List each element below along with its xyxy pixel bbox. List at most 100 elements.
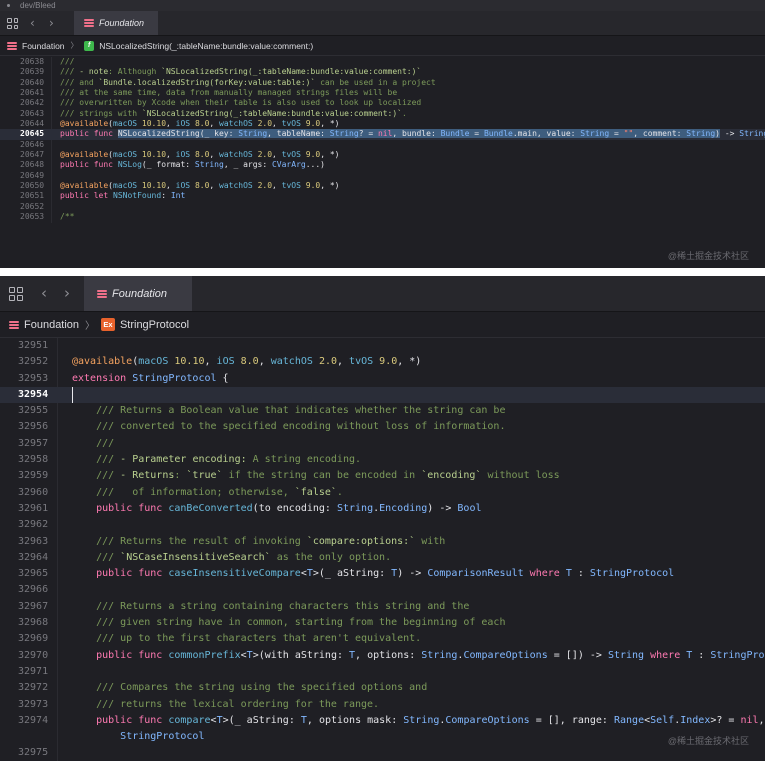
code-line[interactable]: 32968 /// given string have in common, s…: [0, 615, 765, 631]
line-number: 32955: [18, 405, 49, 417]
code-line[interactable]: 32954: [0, 386, 765, 404]
line-number: 20651: [20, 191, 45, 201]
chevron-right-icon: 〉: [70, 41, 79, 50]
code-line[interactable]: 32962: [0, 517, 765, 533]
code-line[interactable]: 20651 public let NSNotFound: Int: [0, 191, 765, 201]
code-line[interactable]: 32953 extension StringProtocol {: [0, 371, 765, 387]
code-line[interactable]: 20646: [0, 140, 765, 150]
code-line[interactable]: 20649: [0, 171, 765, 181]
line-number: 32962: [18, 519, 49, 531]
foundation-stack-icon: [7, 41, 17, 50]
code-line[interactable]: 32969 /// up to the first characters tha…: [0, 631, 765, 647]
code-text: extension StringProtocol {: [72, 372, 229, 384]
code-line[interactable]: 32975: [0, 745, 765, 761]
line-number: 20653: [20, 212, 45, 222]
code-line[interactable]: 32974 public func compare<T>(_ aString: …: [0, 713, 765, 729]
chevron-left-icon[interactable]: ‹: [30, 16, 35, 30]
code-line[interactable]: 32955 /// Returns a Boolean value that i…: [0, 403, 765, 419]
code-text: /// and `Bundle.localizedString(forKey:v…: [60, 77, 436, 87]
code-line[interactable]: 32970 public func commonPrefix<T>(with a…: [0, 648, 765, 664]
code-line[interactable]: 32964 /// `NSCaseInsensitiveSearch` as t…: [0, 550, 765, 566]
bottom-editor-panel: ‹ › Foundation Foundation 〉 Ex StringPro…: [0, 276, 765, 761]
code-line[interactable]: 20653 /**: [0, 212, 765, 222]
chevron-right-icon[interactable]: ›: [49, 16, 54, 30]
code-line[interactable]: 32959 /// - Returns: `true` if the strin…: [0, 468, 765, 484]
code-text: @available(macOS 10.10, iOS 8.0, watchOS…: [60, 150, 340, 160]
line-number: 32968: [18, 617, 49, 629]
code-line[interactable]: 32957 ///: [0, 436, 765, 452]
code-line[interactable]: 32952 @available(macOS 10.10, iOS 8.0, wa…: [0, 354, 765, 370]
code-text: /// - Returns: `true` if the string can …: [72, 470, 560, 482]
code-line[interactable]: 32961 public func canBeConverted(to enco…: [0, 501, 765, 517]
code-text: /// strings with `NSLocalizedString(_:ta…: [60, 108, 407, 118]
foundation-stack-icon: [84, 19, 94, 27]
code-text: /// `NSCaseInsensitiveSearch` as the onl…: [72, 551, 392, 563]
code-text: /// - Parameter encoding: A string encod…: [72, 454, 362, 466]
line-number: 20643: [20, 108, 45, 118]
code-editor[interactable]: 32951 32952 @available(macOS 10.10, iOS 8.…: [0, 338, 765, 761]
code-text: /// Compares the string using the specif…: [72, 682, 428, 694]
text-caret: [72, 386, 73, 403]
code-line[interactable]: 20647 @available(macOS 10.10, iOS 8.0, wa…: [0, 150, 765, 160]
line-number: 20639: [20, 67, 45, 77]
code-line[interactable]: 20641 /// at the same time, data from man…: [0, 88, 765, 98]
code-line[interactable]: 32971: [0, 664, 765, 680]
line-number: 32956: [18, 421, 49, 433]
code-text: ///: [72, 437, 115, 449]
code-line[interactable]: StringProtocol: [0, 729, 765, 745]
code-line[interactable]: 32966: [0, 582, 765, 598]
code-line[interactable]: 20645 public func NSLocalizedString(_ key…: [0, 129, 765, 140]
line-number: 20649: [20, 170, 45, 180]
line-number: [0, 729, 72, 745]
code-line[interactable]: 20644 @available(macOS 10.10, iOS 8.0, wa…: [0, 119, 765, 129]
grid-icon[interactable]: [7, 18, 18, 29]
chevron-left-icon[interactable]: ‹: [41, 284, 47, 302]
line-number: 32966: [18, 584, 49, 596]
line-number: 32963: [18, 535, 49, 547]
code-text: /// at the same time, data from manually…: [60, 88, 398, 98]
line-number: 20652: [20, 201, 45, 211]
code-line[interactable]: 32960 /// of information; otherwise, `fa…: [0, 485, 765, 501]
code-line[interactable]: 32958 /// - Parameter encoding: A string…: [0, 452, 765, 468]
code-line[interactable]: 20639 /// - note: Although `NSLocalizedSt…: [0, 67, 765, 77]
line-number: 20638: [20, 57, 45, 66]
code-line[interactable]: 32972 /// Compares the string using the …: [0, 680, 765, 696]
line-number: 32974: [18, 714, 49, 726]
grid-icon[interactable]: [9, 287, 23, 301]
code-line[interactable]: 32965 public func caseInsensitiveCompare…: [0, 566, 765, 582]
extension-badge-icon: Ex: [100, 318, 115, 331]
code-line[interactable]: 20650 @available(macOS 10.10, iOS 8.0, wa…: [0, 181, 765, 191]
watermark: @稀土掘金技术社区: [667, 251, 749, 261]
tab-foundation[interactable]: Foundation: [74, 11, 158, 35]
breadcrumb-module[interactable]: Foundation: [24, 319, 79, 331]
tab-foundation[interactable]: Foundation: [84, 276, 192, 311]
code-line[interactable]: 32963 /// Returns the result of invoking…: [0, 534, 765, 550]
top-editor-panel: dev/Bleed ‹ › Foundation Foundation 〉 f …: [0, 0, 765, 268]
chevron-right-icon[interactable]: ›: [64, 284, 70, 302]
line-number: 32972: [18, 682, 49, 694]
code-editor[interactable]: 20638 /// 20639 /// - note: Although `NSLoc…: [0, 57, 765, 223]
breadcrumb-symbol[interactable]: NSLocalizedString(_:tableName:bundle:val…: [99, 41, 313, 51]
code-text: ///: [60, 57, 75, 66]
breadcrumb-symbol[interactable]: StringProtocol: [120, 319, 189, 331]
code-line[interactable]: 20640 /// and `Bundle.localizedString(for…: [0, 78, 765, 88]
code-line[interactable]: 20642 /// overwritten by Xcode when their…: [0, 98, 765, 108]
breadcrumb-module[interactable]: Foundation: [22, 41, 65, 51]
code-text: StringProtocol: [120, 731, 205, 743]
breadcrumb: Foundation 〉 f NSLocalizedString(_:table…: [0, 36, 765, 56]
code-line[interactable]: 20652: [0, 202, 765, 212]
code-line[interactable]: 32973 /// returns the lexical ordering f…: [0, 697, 765, 713]
line-number: 32958: [18, 454, 49, 466]
code-line[interactable]: 32956 /// converted to the specified enc…: [0, 419, 765, 435]
code-text: /// Returns the result of invoking `comp…: [72, 535, 446, 547]
code-line[interactable]: 32967 /// Returns a string containing ch…: [0, 599, 765, 615]
tab-label: Foundation: [99, 18, 145, 28]
code-line[interactable]: 32951: [0, 338, 765, 354]
code-line[interactable]: 20648 public func NSLog(_ format: String,…: [0, 160, 765, 170]
code-line[interactable]: 20638 ///: [0, 57, 765, 67]
line-number: 20644: [20, 119, 45, 129]
chevron-right-icon: 〉: [85, 320, 95, 332]
code-line[interactable]: 20643 /// strings with `NSLocalizedString…: [0, 109, 765, 119]
code-text: public func caseInsensitiveCompare<T>(_ …: [96, 568, 675, 580]
